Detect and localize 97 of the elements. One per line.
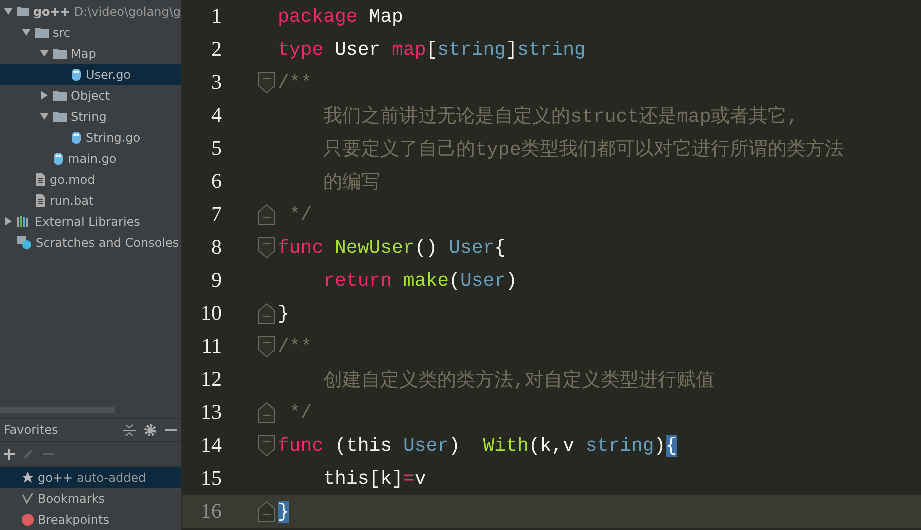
collapse-all-icon[interactable] [123,424,136,436]
code-text: type User map[string]string [278,38,586,60]
panel-title: Favorites [4,423,60,437]
code-text: this[k]=v [322,468,426,490]
tree-item[interactable]: go.mod [0,169,181,190]
line-number: 9 [210,268,222,293]
gopher-icon [53,152,64,165]
path-hint: D:\video\golang\g [74,4,181,18]
code-text: func NewUser() User{ [278,236,506,258]
tree-item[interactable]: Scratches and Consoles [0,232,181,253]
code-text: } [278,500,290,522]
folder-icon [17,6,30,17]
tree-label: External Libraries [35,214,140,228]
line-number: 14 [200,433,222,458]
code-text: } [278,302,290,324]
favorite-item[interactable]: go++ auto-added [0,467,181,488]
code-text: */ [288,204,312,226]
expanded-arrow-icon[interactable] [4,7,13,16]
line-number: 8 [210,235,222,260]
line-number: 2 [210,37,222,62]
favorite-item[interactable]: Breakpoints [0,509,181,530]
unfold-icon[interactable] [258,302,276,324]
folder-icon [35,27,49,38]
line-number: 15 [200,466,222,491]
fold-icon[interactable] [258,336,276,358]
settings-icon[interactable] [144,424,157,436]
star-icon [22,472,34,484]
folder-icon [53,48,67,59]
tree-item[interactable]: External Libraries [0,211,181,232]
unfold-icon[interactable] [258,402,276,424]
tree-label: String [71,110,107,124]
line-number: 1 [210,4,222,29]
line-number: 13 [200,400,222,425]
add-icon[interactable] [4,448,15,460]
favorite-label: Breakpoints [38,512,110,526]
expanded-arrow-icon[interactable] [40,49,49,58]
gopher-icon [71,131,82,144]
tree-item[interactable]: String [0,106,181,127]
fold-icon[interactable] [258,72,276,94]
expanded-arrow-icon[interactable] [40,112,49,121]
file-icon [35,173,46,186]
code-text: return make(User) [322,270,518,292]
line-number: 12 [200,367,222,392]
file-icon [35,194,46,207]
expanded-arrow-icon[interactable] [22,28,31,37]
tree-item[interactable]: go++ D:\video\golang\g [0,1,181,22]
tree-item[interactable]: Map [0,43,181,64]
tree-label: go.mod [50,172,96,186]
folder-icon [53,111,67,122]
unfold-icon[interactable] [258,500,276,522]
tree-item[interactable]: src [0,22,181,43]
fold-icon[interactable] [258,434,276,456]
line-number: 5 [210,136,222,161]
code-text: /** [278,72,312,94]
folder-icon [53,90,67,101]
tree-label: main.go [68,152,117,166]
scratches-icon [17,236,32,250]
line-number: 7 [210,202,222,227]
code-text: 只要定义了自己的type类型我们都可以对它进行所谓的类方法 [322,138,844,162]
collapsed-arrow-icon[interactable] [4,217,13,226]
check-icon [22,493,34,504]
tree-label: Scratches and Consoles [36,236,180,250]
tree-label: go++ [33,4,70,18]
code-text: 我们之前讲过无论是自定义的struct还是map或者其它, [322,104,799,128]
library-icon [17,216,31,227]
edit-icon[interactable] [23,448,35,460]
collapsed-arrow-icon[interactable] [40,91,49,100]
tree-label: User.go [86,68,132,82]
code-text: func (this User) With(k,v string){ [278,434,678,456]
tree-label: Map [71,46,96,60]
gopher-icon [71,68,82,81]
line-number: 3 [210,70,222,95]
line-number: 10 [200,301,222,326]
favorite-item[interactable]: Bookmarks [0,488,181,509]
fold-icon[interactable] [258,236,276,258]
tree-item[interactable]: main.go [0,148,181,169]
tree-item[interactable]: User.go [0,64,181,85]
tree-label: src [53,26,71,40]
code-text: */ [288,402,312,424]
code-text: 的编写 [322,170,381,194]
line-number: 4 [210,103,222,128]
line-number: 16 [200,499,222,524]
tree-item[interactable]: String.go [0,127,181,148]
favorite-label: go++ [38,470,74,484]
line-number: 6 [210,169,222,194]
code-text: 创建自定义类的类方法,对自定义类型进行赋值 [322,368,716,392]
tree-label: run.bat [50,194,94,208]
tree-item[interactable]: run.bat [0,190,181,211]
tree-item[interactable]: Object [0,85,181,106]
code-text: package Map [278,6,404,28]
code-text: /** [278,336,312,358]
tree-label: String.go [86,130,141,144]
tree-label: Object [71,88,110,102]
line-number: 11 [200,334,222,359]
favorite-label: Bookmarks [38,492,106,506]
favorite-hint: auto-added [77,470,146,484]
unfold-icon[interactable] [258,204,276,226]
